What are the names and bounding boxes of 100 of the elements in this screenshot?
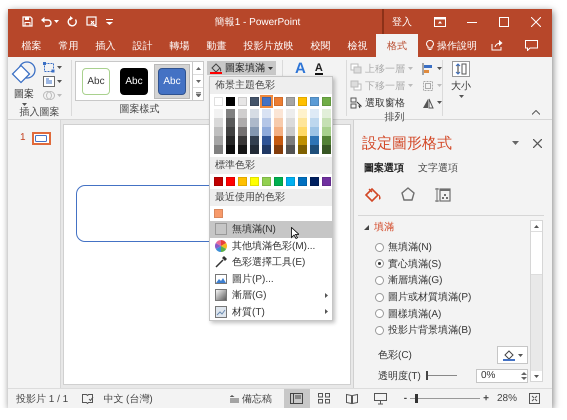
menu-item[interactable]: 無填滿(N) <box>210 221 332 238</box>
sign-in-button[interactable]: 登入 <box>384 14 424 28</box>
radio-label[interactable]: 投影片背景填滿(B) <box>388 323 472 338</box>
color-swatch[interactable] <box>250 127 259 136</box>
color-swatch[interactable] <box>226 97 235 106</box>
menu-item[interactable]: 其他填滿色彩(M)... <box>210 238 332 254</box>
caret-icon[interactable] <box>437 101 442 104</box>
color-swatch[interactable] <box>286 177 295 186</box>
ribbon-tab[interactable]: 投影片放映 <box>235 34 302 57</box>
color-swatch[interactable] <box>298 127 307 136</box>
ribbon-tab[interactable]: 設計 <box>124 34 161 57</box>
radio-button[interactable] <box>375 259 384 268</box>
pane-tab[interactable]: 文字選項 <box>418 161 458 175</box>
color-swatch[interactable] <box>214 145 223 154</box>
gallery-more-button[interactable] <box>193 87 203 100</box>
color-swatch[interactable] <box>214 118 223 127</box>
radio-label[interactable]: 無填滿(N) <box>388 240 432 254</box>
color-swatch[interactable] <box>286 145 295 154</box>
color-swatch[interactable] <box>214 127 223 136</box>
color-swatch[interactable] <box>238 177 247 186</box>
color-swatch[interactable] <box>274 177 283 186</box>
radio-label[interactable]: 圖片或材質填滿(P) <box>388 290 472 304</box>
color-swatch[interactable] <box>214 177 223 186</box>
zoom-out-button[interactable]: - <box>404 393 408 404</box>
color-swatch[interactable] <box>262 136 271 145</box>
rotate-icon[interactable] <box>422 96 434 108</box>
color-swatch[interactable] <box>262 127 271 136</box>
align-icon[interactable] <box>422 62 434 74</box>
menu-item[interactable]: 圖片(P)... <box>210 270 332 287</box>
color-swatch[interactable] <box>298 97 307 106</box>
gallery-down-button[interactable] <box>193 74 203 87</box>
radio-button[interactable] <box>375 276 384 285</box>
color-swatch[interactable] <box>286 127 295 136</box>
ribbon-tab[interactable]: 檔案 <box>13 34 50 57</box>
caret-icon[interactable] <box>22 103 26 106</box>
color-swatch[interactable] <box>262 145 271 154</box>
color-swatch[interactable] <box>322 109 331 118</box>
color-swatch[interactable] <box>286 136 295 145</box>
color-swatch[interactable] <box>322 136 331 145</box>
radio-label[interactable]: 漸層填滿(G) <box>388 273 442 288</box>
save-icon[interactable] <box>22 16 33 27</box>
caret-icon[interactable] <box>268 66 273 70</box>
caret-icon[interactable] <box>57 66 62 69</box>
pane-category-tab[interactable] <box>364 186 382 204</box>
caret-icon[interactable] <box>54 20 59 23</box>
color-swatch[interactable] <box>286 97 295 106</box>
menu-item[interactable]: 色彩選擇工具(E) <box>210 254 332 270</box>
color-swatch[interactable] <box>322 118 331 127</box>
radio-button[interactable] <box>375 242 384 252</box>
color-swatch[interactable] <box>214 209 223 218</box>
color-swatch[interactable] <box>238 97 247 106</box>
scrollbar[interactable] <box>530 220 543 382</box>
pane-category-tab[interactable] <box>434 186 452 204</box>
color-swatch[interactable] <box>226 118 235 127</box>
ribbon-tab[interactable]: 插入 <box>87 34 124 57</box>
fit-to-window-icon[interactable] <box>529 393 540 404</box>
gallery-up-button[interactable] <box>193 62 203 74</box>
section-title[interactable]: 填滿 <box>374 220 394 234</box>
collapse-ribbon-icon[interactable] <box>532 110 540 115</box>
menu-item[interactable]: 漸層(G) <box>210 287 332 304</box>
color-swatch[interactable] <box>262 97 271 106</box>
group-icon[interactable] <box>422 80 434 92</box>
color-swatch[interactable] <box>274 118 283 127</box>
color-swatch[interactable] <box>238 136 247 145</box>
slideshow-from-start-icon[interactable] <box>86 16 98 27</box>
color-swatch[interactable] <box>274 97 283 106</box>
share-icon[interactable] <box>491 40 503 51</box>
color-swatch[interactable] <box>250 118 259 127</box>
color-swatch[interactable] <box>250 145 259 154</box>
redo-icon[interactable] <box>67 16 78 27</box>
color-swatch[interactable] <box>214 109 223 118</box>
color-swatch[interactable] <box>274 127 283 136</box>
color-swatch[interactable] <box>250 109 259 118</box>
color-swatch[interactable] <box>250 136 259 145</box>
zoom-in-button[interactable]: + <box>483 393 489 404</box>
color-swatch[interactable] <box>226 145 235 154</box>
comment-icon[interactable] <box>525 40 538 51</box>
color-swatch[interactable] <box>286 109 295 118</box>
color-swatch[interactable] <box>322 177 331 186</box>
color-swatch[interactable] <box>262 177 271 186</box>
scroll-up-button[interactable] <box>531 221 542 231</box>
radio-button[interactable] <box>375 326 384 335</box>
customize-menu-icon[interactable] <box>106 18 113 24</box>
radio-label[interactable]: 實心填滿(S) <box>388 256 442 271</box>
color-swatch[interactable] <box>214 136 223 145</box>
radio-label[interactable]: 圖樣填滿(A) <box>388 306 442 321</box>
notes-button[interactable]: 備忘稿 <box>230 392 272 406</box>
color-swatch[interactable] <box>262 109 271 118</box>
ribbon-tab[interactable]: 轉場 <box>161 34 198 57</box>
ribbon-tab[interactable]: 格式 <box>376 34 418 57</box>
color-swatch[interactable] <box>226 127 235 136</box>
scroll-down-button[interactable] <box>531 371 542 381</box>
color-swatch[interactable] <box>310 136 319 145</box>
color-swatch[interactable] <box>322 97 331 106</box>
tell-me-field[interactable]: 操作說明 <box>437 38 477 52</box>
color-swatch[interactable] <box>310 177 319 186</box>
radio-button[interactable] <box>375 292 384 302</box>
radio-button[interactable] <box>375 309 384 318</box>
color-swatch[interactable] <box>238 127 247 136</box>
color-swatch[interactable] <box>322 145 331 154</box>
